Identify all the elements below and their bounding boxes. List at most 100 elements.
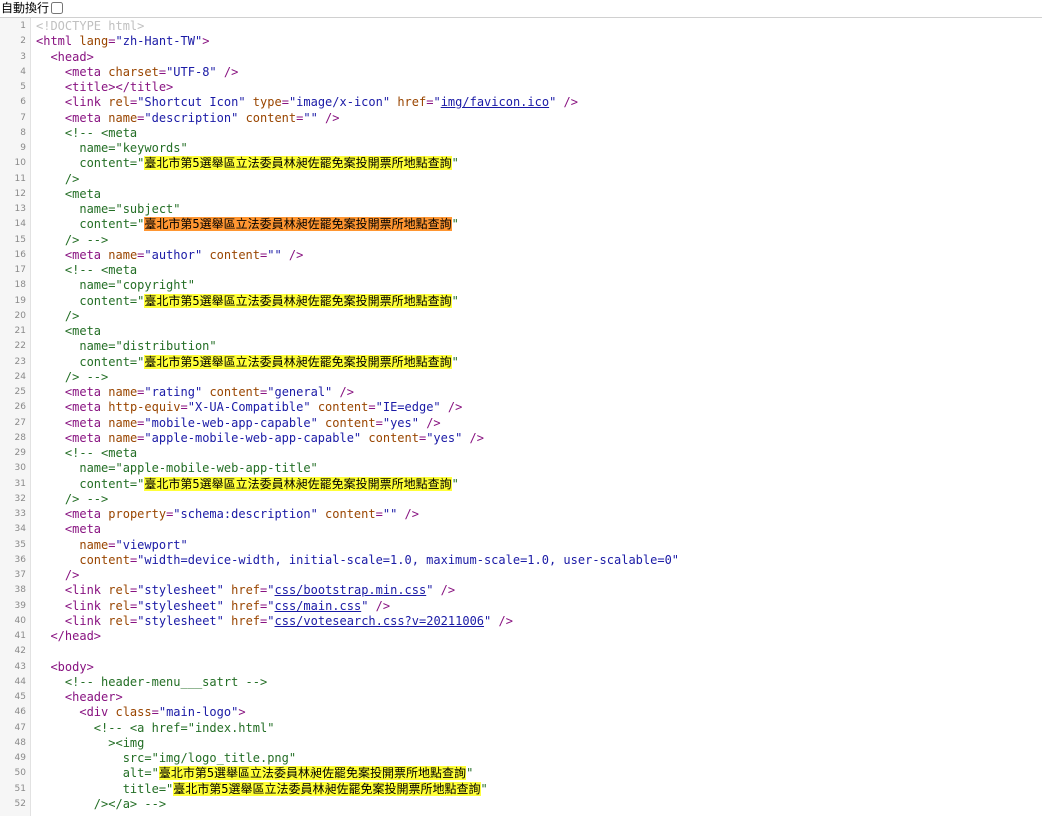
code-attribute: content (325, 507, 376, 521)
source-line: 20 /> (0, 309, 1042, 324)
code-value: "author" (144, 247, 203, 262)
source-line: 34 <meta (0, 522, 1042, 537)
source-line: 18 name="copyright" (0, 278, 1042, 293)
source-line: 37 /> (0, 568, 1042, 583)
code-tag: <title></title> (64, 80, 174, 94)
code-value: "stylesheet" (137, 598, 224, 613)
line-code: <head> (36, 50, 93, 65)
source-line: 36 content="width=device-width, initial-… (0, 553, 1042, 568)
source-line: 8 <!-- <meta (0, 126, 1042, 141)
code-link[interactable]: css/main.css (275, 599, 362, 613)
code-attribute: name (108, 385, 138, 399)
code-link[interactable]: img/favicon.ico (441, 95, 549, 109)
line-code: alt="臺北市第5選舉區立法委員林昶佐罷免案投開票所地點查詢" (36, 766, 473, 781)
code-attribute: content (79, 552, 130, 567)
code-value: "IE=edge" (375, 400, 441, 415)
source-line: 40 <link rel="stylesheet" href="css/vote… (0, 614, 1042, 629)
line-number: 18 (14, 280, 26, 291)
line-number: 38 (14, 585, 26, 596)
code-value: "general" (267, 385, 333, 399)
line-number: 34 (14, 524, 26, 535)
source-line: 33 <meta property = "schema:description" c… (0, 507, 1042, 522)
code-value: "image/x-icon" (288, 95, 391, 110)
search-highlight: 臺北市第5選舉區立法委員林昶佐罷免案投開票所地點查詢 (144, 156, 452, 171)
code-value: "stylesheet" (137, 613, 224, 628)
code-tag: = (158, 64, 167, 79)
wrap-toggle-bar: 自動換行 (0, 0, 1042, 16)
code-comment: <meta (64, 186, 102, 201)
source-line: 25 <meta name="rating" content="general"… (0, 385, 1042, 400)
line-code: <!-- <a href="index.html" (36, 721, 275, 736)
wrap-toggle-checkbox[interactable] (51, 2, 64, 14)
line-code: /> (36, 568, 79, 583)
code-tag: <meta (64, 400, 109, 415)
code-comment: " (451, 354, 459, 369)
code-tag: <meta (64, 110, 109, 125)
source-line: 1 <!DOCTYPE html> (0, 19, 1042, 34)
code-tag: = (375, 507, 383, 521)
code-comment: name="subject" (79, 202, 181, 216)
line-code: <body> (36, 660, 93, 675)
source-line: 38 <link rel="stylesheet" href="css/boot… (0, 583, 1042, 598)
line-code: content="臺北市第5選舉區立法委員林昶佐罷免案投開票所地點查詢" (36, 217, 459, 232)
search-highlight-current: 臺北市第5選舉區立法委員林昶佐罷免案投開票所地點查詢 (144, 217, 452, 232)
code-tag: /> (368, 598, 391, 613)
line-code: <meta name = "mobile-web-app-capable" cont… (36, 416, 441, 431)
code-value: "mobile-web-app-capable" (144, 415, 318, 430)
code-comment: content=" (79, 476, 145, 491)
line-code: <meta (36, 187, 101, 202)
source-line: 45 <header> (0, 690, 1042, 705)
source-line: 39 <link rel="stylesheet" href="css/main… (0, 599, 1042, 614)
code-value: "Shortcut Icon" (137, 95, 246, 110)
code-tag: <meta (64, 247, 109, 262)
code-value: "width=device-width, initial-scale=1.0, … (137, 552, 680, 567)
code-comment: content=" (79, 217, 145, 232)
line-number: 36 (14, 554, 26, 565)
code-tag: <meta (64, 415, 109, 430)
line-number: 43 (14, 661, 26, 672)
code-attribute: rel (108, 583, 130, 598)
line-code: name="keywords" (36, 141, 187, 156)
code-link[interactable]: css/bootstrap.min.css (275, 583, 427, 597)
code-attribute: rel (108, 598, 130, 613)
code-tag: = (108, 34, 116, 49)
code-tag: /> (491, 613, 513, 628)
code-attribute: http-equiv (108, 400, 181, 415)
source-line: 14 content="臺北市第5選舉區立法委員林昶佐罷免案投開票所地點查詢" (0, 217, 1042, 232)
code-tag (318, 507, 325, 521)
source-line: 47 <!-- <a href="index.html" (0, 721, 1042, 736)
line-number: 22 (14, 341, 26, 352)
line-code: content="臺北市第5選舉區立法委員林昶佐罷免案投開票所地點查詢" (36, 293, 459, 309)
line-number: 17 (14, 265, 26, 275)
source-line: 52 /></a> --> (0, 797, 1042, 812)
line-number: 39 (14, 600, 26, 611)
line-code: <title></title> (36, 80, 173, 95)
code-link[interactable]: css/votesearch.css?v=20211006 (275, 614, 485, 628)
line-number: 29 (14, 448, 26, 458)
source-line: 21 <meta (0, 324, 1042, 339)
code-tag: /> (317, 110, 340, 125)
code-comment: <meta (64, 324, 102, 338)
line-code: <!DOCTYPE html> (36, 19, 144, 34)
source-line: 6 <link rel="Shortcut Icon" type="image/… (0, 95, 1042, 110)
code-value: "viewport" (115, 537, 188, 552)
line-code: name="copyright" (36, 278, 195, 293)
code-value: "schema:description" (173, 507, 318, 521)
line-number: 7 (20, 112, 26, 123)
source-lines: 1 <!DOCTYPE html> 2 <html lang="zh-Hant-TW"… (0, 19, 1042, 812)
code-comment: /> (64, 171, 80, 186)
code-attribute: charset (108, 64, 159, 79)
